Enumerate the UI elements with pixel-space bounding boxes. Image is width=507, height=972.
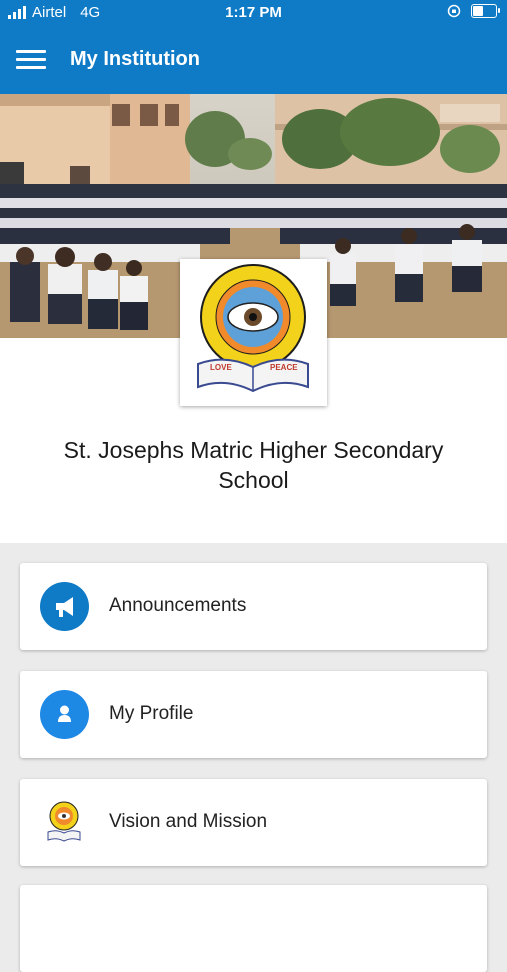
status-bar: Airtel 4G 1:17 PM	[0, 0, 507, 26]
menu-item-label: Announcements	[109, 595, 247, 616]
school-name: St. Josephs Matric Higher Secondary Scho…	[63, 437, 444, 493]
status-right	[447, 4, 500, 18]
announcements-icon-circle	[40, 582, 89, 631]
megaphone-icon	[56, 597, 73, 617]
menu-item-announcements[interactable]: Announcements	[20, 563, 487, 650]
logo-book-left: LOVE	[210, 363, 232, 372]
profile-icon-circle	[40, 690, 89, 739]
logo-book-right: PEACE	[270, 363, 298, 372]
battery-icon	[471, 4, 500, 18]
menu-item-vision-and-mission[interactable]: Vision and Mission	[20, 779, 487, 866]
menu-item-my-profile[interactable]: My Profile	[20, 671, 487, 758]
app-bar: My Institution	[0, 26, 507, 94]
status-time: 1:17 PM	[225, 4, 282, 21]
school-logo-icon	[47, 801, 81, 842]
school-logo: LOVE PEACE	[180, 259, 327, 406]
page-title: My Institution	[70, 48, 200, 70]
menu-item-label: Vision and Mission	[109, 811, 268, 832]
orientation-lock-icon	[447, 4, 461, 18]
person-icon	[58, 705, 71, 722]
menu-item-partial[interactable]	[20, 885, 487, 972]
hamburger-menu-icon[interactable]	[16, 50, 46, 70]
menu-item-label: My Profile	[109, 703, 194, 724]
